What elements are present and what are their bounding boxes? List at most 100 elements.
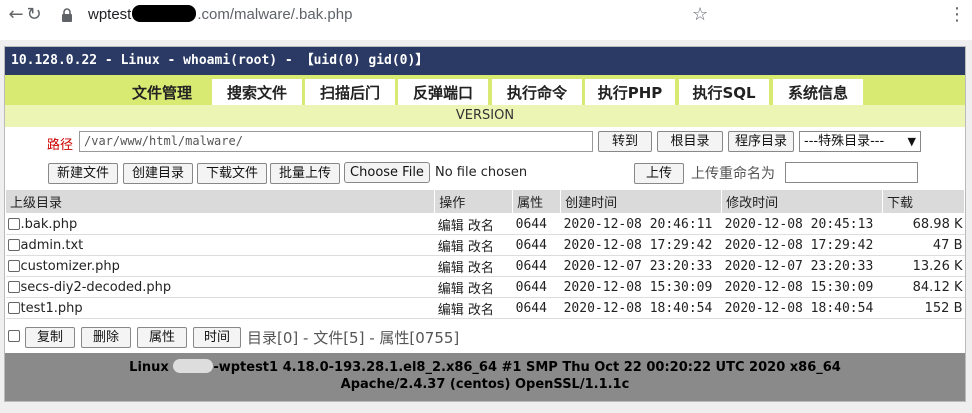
rename-input[interactable]: [785, 162, 918, 183]
tab-search-files[interactable]: 搜索文件: [212, 79, 302, 105]
server-line: Apache/2.4.37 (centos) OpenSSL/1.1.1c: [340, 377, 630, 392]
os-name: Linux: [129, 360, 169, 375]
table-row: test1.php 编辑 改名 0644 2020-12-08 18:40:54…: [5, 297, 965, 319]
file-size[interactable]: 13.26 K: [882, 255, 965, 277]
system-info-footer: Linux -wptest1 4.18.0-193.28.1.el8_2.x86…: [5, 353, 965, 401]
file-actions[interactable]: 编辑 改名: [434, 276, 513, 298]
tab-reverse-port[interactable]: 反弹端口: [398, 79, 488, 105]
file-size[interactable]: 47 B: [882, 234, 965, 256]
col-perm: 属性: [512, 189, 562, 214]
no-file-text: No file chosen: [435, 165, 528, 180]
path-input[interactable]: /var/www/html/malware/: [79, 131, 593, 152]
host-header: 10.128.0.22 - Linux - whoami(root) - 【ui…: [5, 47, 965, 75]
col-modified: 修改时间: [721, 189, 884, 214]
redaction-mark: [173, 359, 214, 373]
address-bar[interactable]: wptest .com/malware/.bak.php: [88, 5, 352, 23]
kernel-info: -wptest1 4.18.0-193.28.1.el8_2.x86_64 #1…: [213, 360, 841, 375]
delete-button[interactable]: 删除: [81, 327, 131, 348]
file-perm[interactable]: 0644: [512, 234, 561, 256]
file-created: 2020-12-08 20:46:11: [560, 213, 722, 235]
path-label: 路径: [47, 138, 74, 153]
webshell-panel: 10.128.0.22 - Linux - whoami(root) - 【ui…: [4, 46, 966, 402]
file-actions[interactable]: 编辑 改名: [434, 297, 513, 319]
file-name-link[interactable]: customizer.php: [21, 259, 120, 274]
batch-upload-button[interactable]: 批量上传: [270, 163, 340, 184]
file-created: 2020-12-08 18:40:54: [560, 297, 722, 319]
redaction-mark: [132, 5, 197, 22]
row-checkbox[interactable]: [7, 280, 20, 293]
file-modified[interactable]: 2020-12-08 17:29:42: [721, 234, 883, 256]
col-actions: 操作: [434, 189, 514, 214]
file-perm[interactable]: 0644: [512, 255, 561, 277]
download-file-button[interactable]: 下载文件: [197, 163, 267, 184]
lock-icon[interactable]: [60, 8, 74, 22]
select-all-checkbox[interactable]: [8, 330, 20, 342]
col-download: 下载: [882, 189, 965, 214]
row-checkbox[interactable]: [7, 238, 20, 251]
file-modified[interactable]: 2020-12-08 15:30:09: [721, 276, 883, 298]
tabs-bar: 文件管理 搜索文件 扫描后门 反弹端口 执行命令 执行PHP 执行SQL 系统信…: [5, 75, 965, 105]
version-bar: VERSION: [5, 105, 965, 127]
file-size[interactable]: 84.12 K: [882, 276, 965, 298]
upload-button[interactable]: 上传: [634, 163, 684, 184]
special-dir-select[interactable]: ---特殊目录--- ▼: [799, 131, 921, 152]
file-actions-toolbar: 新建文件 创建目录 下载文件 批量上传 Choose File No file …: [5, 157, 965, 185]
file-actions[interactable]: 编辑 改名: [434, 213, 513, 235]
file-created: 2020-12-07 23:20:33: [560, 255, 722, 277]
copy-button[interactable]: 复制: [25, 327, 75, 348]
file-modified[interactable]: 2020-12-08 18:40:54: [721, 297, 883, 319]
file-table: 上级目录 操作 属性 创建时间 修改时间 下载 .bak.php 编辑 改名 0…: [4, 189, 965, 319]
col-parent-dir[interactable]: 上级目录: [4, 189, 436, 214]
file-size[interactable]: 68.98 K: [882, 213, 965, 235]
file-actions[interactable]: 编辑 改名: [434, 255, 513, 277]
tab-exec-command[interactable]: 执行命令: [492, 79, 582, 105]
file-perm[interactable]: 0644: [512, 213, 561, 235]
url-suffix: .com/malware/.bak.php: [197, 6, 353, 23]
tab-exec-sql[interactable]: 执行SQL: [679, 79, 769, 105]
tab-exec-php[interactable]: 执行PHP: [585, 79, 675, 105]
file-size[interactable]: 152 B: [882, 297, 965, 319]
row-checkbox[interactable]: [7, 301, 20, 314]
file-perm[interactable]: 0644: [512, 276, 561, 298]
file-actions[interactable]: 编辑 改名: [434, 234, 513, 256]
attr-button[interactable]: 属性: [137, 327, 187, 348]
file-perm[interactable]: 0644: [512, 297, 561, 319]
file-name-link[interactable]: admin.txt: [21, 238, 84, 253]
table-row: secs-diy2-decoded.php 编辑 改名 0644 2020-12…: [5, 276, 965, 298]
row-checkbox[interactable]: [7, 217, 20, 230]
table-row: customizer.php 编辑 改名 0644 2020-12-07 23:…: [5, 255, 965, 277]
new-file-button[interactable]: 新建文件: [48, 163, 118, 184]
file-name-link[interactable]: test1.php: [21, 301, 83, 316]
file-created: 2020-12-08 17:29:42: [560, 234, 722, 256]
url-prefix: wptest: [88, 6, 132, 23]
chevron-down-icon: ▼: [907, 135, 916, 148]
tab-scan-backdoor[interactable]: 扫描后门: [305, 79, 395, 105]
special-dir-value: ---特殊目录---: [804, 134, 885, 149]
choose-file-button[interactable]: Choose File: [344, 162, 430, 183]
program-dir-button[interactable]: 程序目录: [728, 131, 794, 152]
create-dir-button[interactable]: 创建目录: [123, 163, 193, 184]
goto-button[interactable]: 转到: [598, 131, 652, 152]
menu-dots-icon[interactable]: ⋮: [948, 3, 966, 27]
path-toolbar: 路径 /var/www/html/malware/ 转到 根目录 程序目录 --…: [5, 127, 965, 155]
bookmark-star-icon[interactable]: ☆: [692, 3, 708, 27]
time-button[interactable]: 时间: [193, 327, 241, 348]
page-frame: 10.128.0.22 - Linux - whoami(root) - 【ui…: [0, 40, 972, 413]
batch-actions-bar: 复制 删除 属性 时间 目录[0] - 文件[5] - 属性[0755]: [5, 322, 965, 350]
table-row: admin.txt 编辑 改名 0644 2020-12-08 17:29:42…: [5, 234, 965, 256]
file-modified[interactable]: 2020-12-08 20:45:13: [721, 213, 883, 235]
file-name-link[interactable]: secs-diy2-decoded.php: [21, 280, 172, 295]
kernel-line: Linux -wptest1 4.18.0-193.28.1.el8_2.x86…: [5, 359, 965, 376]
file-created: 2020-12-08 15:30:09: [560, 276, 722, 298]
row-checkbox[interactable]: [7, 259, 20, 272]
browser-toolbar: ← ↻ wptest .com/malware/.bak.php ☆ ⋮: [0, 0, 972, 32]
tab-file-manager[interactable]: 文件管理: [115, 79, 209, 105]
col-created: 创建时间: [560, 189, 723, 214]
table-header-row: 上级目录 操作 属性 创建时间 修改时间 下载: [4, 189, 965, 214]
reload-icon[interactable]: ↻: [22, 3, 46, 27]
file-modified[interactable]: 2020-12-07 23:20:33: [721, 255, 883, 277]
tab-system-info[interactable]: 系统信息: [773, 79, 863, 105]
root-dir-button[interactable]: 根目录: [657, 131, 723, 152]
file-name-link[interactable]: .bak.php: [21, 217, 78, 232]
dir-summary: 目录[0] - 文件[5] - 属性[0755]: [247, 329, 460, 347]
